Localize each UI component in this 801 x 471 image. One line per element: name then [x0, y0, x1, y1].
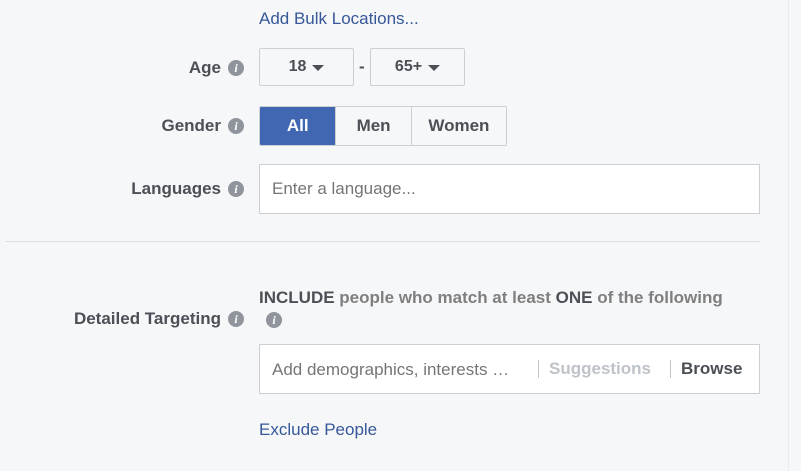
- age-info-icon[interactable]: i: [228, 60, 244, 76]
- gender-segmented-control: All Men Women: [259, 106, 507, 146]
- caret-down-icon: [428, 65, 441, 71]
- age-separator: -: [359, 57, 365, 76]
- languages-info-icon[interactable]: i: [228, 181, 244, 197]
- add-bulk-locations-link[interactable]: Add Bulk Locations...: [259, 9, 419, 29]
- age-max-value: 65+: [394, 58, 423, 75]
- age-min-value: 18: [288, 58, 307, 75]
- gender-option-women[interactable]: Women: [410, 107, 506, 145]
- exclude-people-link[interactable]: Exclude People: [259, 420, 377, 440]
- languages-label: Languages: [131, 179, 221, 198]
- age-label: Age: [188, 58, 221, 77]
- detailed-targeting-input[interactable]: [260, 345, 544, 395]
- include-end: of the following: [592, 288, 723, 307]
- language-input[interactable]: [259, 164, 760, 214]
- gender-option-men[interactable]: Men: [335, 107, 411, 145]
- search-divider: [538, 360, 539, 378]
- caret-down-icon: [312, 65, 325, 71]
- include-keyword: INCLUDE: [259, 288, 335, 307]
- search-divider: [670, 360, 671, 378]
- age-max-dropdown[interactable]: 65+: [370, 48, 465, 86]
- browse-button[interactable]: Browse: [681, 359, 742, 379]
- detailed-targeting-label: Detailed Targeting: [73, 309, 221, 328]
- gender-label: Gender: [161, 116, 221, 135]
- right-border: [788, 0, 789, 471]
- gender-option-all[interactable]: All: [260, 107, 336, 145]
- include-one: ONE: [555, 288, 593, 307]
- gender-info-icon[interactable]: i: [228, 118, 244, 134]
- section-divider: [5, 241, 760, 242]
- detailed-targeting-search-box: Suggestions Browse: [259, 344, 760, 395]
- include-description: INCLUDE people who match at least ONE of…: [259, 287, 759, 309]
- include-info-icon[interactable]: i: [266, 312, 282, 328]
- include-middle: people who match at least: [334, 288, 556, 307]
- detailed-targeting-info-icon[interactable]: i: [228, 311, 244, 327]
- age-min-dropdown[interactable]: 18: [259, 48, 354, 86]
- suggestions-button[interactable]: Suggestions: [549, 359, 651, 379]
